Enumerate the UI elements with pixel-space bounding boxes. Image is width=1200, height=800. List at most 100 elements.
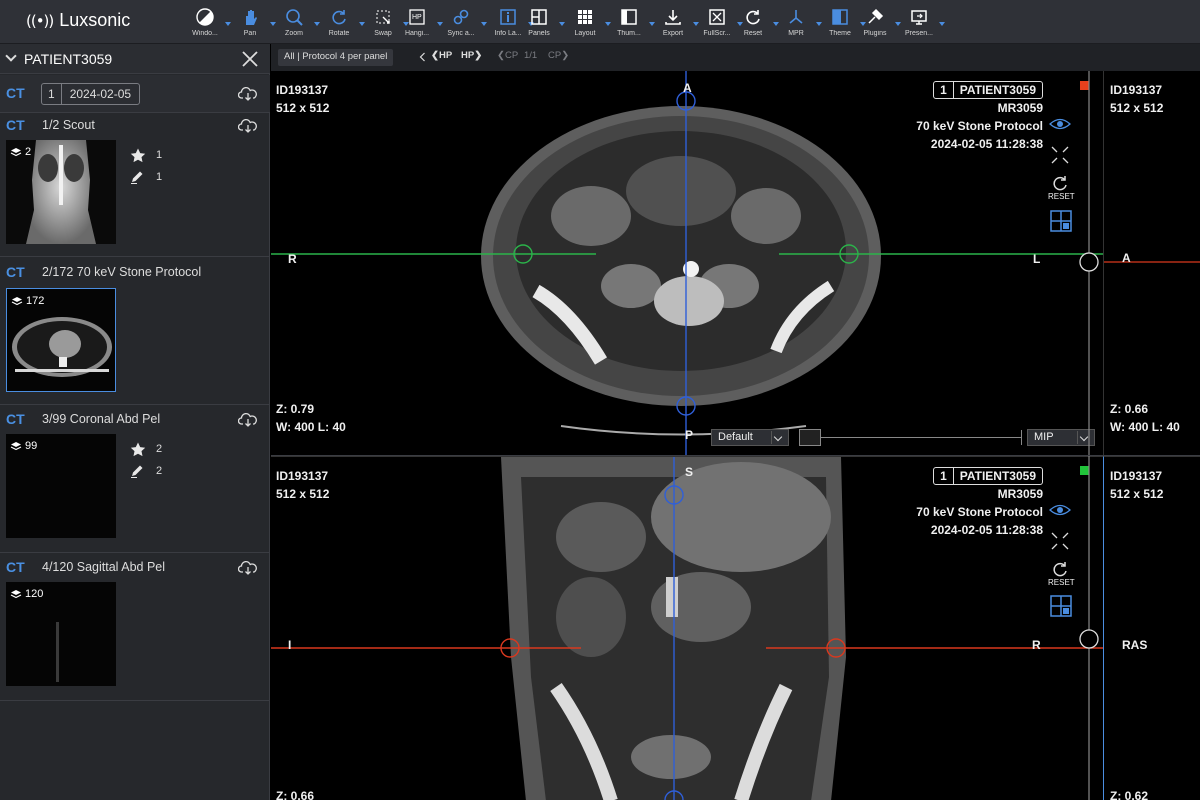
layout-toggle-icon[interactable] [1050, 595, 1072, 617]
collapse-arrows-icon[interactable] [1050, 145, 1070, 165]
layout-toggle-icon[interactable] [1050, 210, 1072, 232]
viewport-splitter[interactable] [1078, 71, 1100, 800]
slab-slider-handle[interactable] [799, 429, 821, 446]
series-modality: CT [6, 411, 25, 427]
mr-number: MR3059 [997, 101, 1043, 115]
protocol-selector[interactable]: All | Protocol 4 per panel [278, 49, 394, 66]
series-title: 3/99 Coronal Abd Pel [42, 412, 161, 426]
image-count: 172 [11, 295, 44, 307]
patient-header[interactable]: PATIENT3059 [0, 44, 270, 74]
series-thumbnail[interactable]: 120 [6, 582, 116, 686]
protocol-name: 70 keV Stone Protocol [916, 119, 1043, 133]
toolbar-button-rotate[interactable]: Rotate [317, 8, 365, 42]
theme-icon [832, 9, 848, 25]
toolbar-button-hanging-protocol[interactable]: HP Hangi... [395, 8, 443, 42]
toolbar-button-plugins[interactable]: Plugins [853, 8, 901, 42]
viewport-sagittal[interactable]: ID193137 512 x 512 A Z: 0.66 W: 400 L: 4… [1103, 71, 1200, 455]
coronal-id: ID193137 [276, 469, 329, 483]
zoom-value: Z: 0.79 [276, 402, 315, 416]
pencil-icon [131, 171, 143, 184]
caret-down-icon[interactable] [939, 22, 945, 26]
download-icon[interactable] [238, 412, 258, 428]
info-layer-icon [500, 9, 516, 25]
orientation-left: R [288, 252, 297, 266]
viewport-axial[interactable]: ID193137 512 x 512 A P R L Z: 0.79 W: 40… [271, 71, 1103, 455]
layout-grid-icon [578, 10, 592, 24]
study-sidebar: PATIENT3059 CT 1 2024-02-05 CT 1/2 Scout… [0, 44, 270, 800]
series-modality: CT [6, 264, 25, 280]
orientation-right: L [1033, 252, 1041, 266]
study-row[interactable]: CT 1 2024-02-05 [0, 75, 270, 113]
stack-icon [10, 441, 22, 450]
download-icon[interactable] [238, 560, 258, 576]
swap-icon [376, 10, 390, 24]
chevron-down-icon [771, 431, 785, 444]
coronal-size: 512 x 512 [276, 487, 330, 501]
presentation-icon [911, 10, 927, 25]
sync-icon [453, 9, 469, 25]
series-modality: CT [6, 117, 25, 133]
orientation-top: S [685, 465, 694, 479]
viewport-coronal[interactable]: ID193137 512 x 512 S I R Z: 0.66 1 PATIEN… [271, 456, 1103, 800]
toolbar-label: Hangi... [404, 30, 430, 37]
cp-page: 1/1 [524, 50, 538, 61]
mr-number: MR3059 [997, 487, 1043, 501]
collapse-arrows-icon[interactable] [1050, 531, 1070, 551]
toolbar-button-panels[interactable]: Panels [517, 8, 565, 42]
fullscreen-icon [709, 9, 725, 25]
toolbar-button-zoom[interactable]: Zoom [272, 8, 320, 42]
cp-next-button[interactable]: CP❯ [548, 50, 569, 61]
toolbar-button-presentation[interactable]: Presen... [897, 8, 945, 42]
hp-next-button[interactable]: HP❯ [461, 50, 482, 61]
protocol-caret-icon[interactable] [419, 52, 426, 62]
toolbar-button-layout-grid[interactable]: Layout [563, 8, 611, 42]
reset-label[interactable]: RESET [1048, 574, 1075, 592]
export-icon [665, 10, 681, 25]
toolbar-label: Reset [743, 30, 763, 37]
toolbar-button-mpr[interactable]: MPR [774, 8, 822, 42]
toolbar-label: Rotate [328, 30, 350, 37]
series-thumbnail[interactable]: 2 [6, 140, 116, 244]
toolbar-button-reset[interactable]: Reset [731, 8, 779, 42]
divider [0, 404, 270, 405]
series-item-coronal[interactable]: CT 3/99 Coronal Abd Pel 99 2 2 [0, 408, 270, 552]
toolbar-button-thumbnails[interactable]: Thum... [607, 8, 655, 42]
eye-icon[interactable] [1049, 115, 1071, 133]
eye-icon[interactable] [1049, 501, 1071, 519]
slab-slider-track[interactable] [821, 437, 1021, 438]
horizontal-divider [271, 455, 1200, 456]
series-item-scout[interactable]: CT 1/2 Scout 2 1 1 [0, 114, 270, 258]
collapse-chevron-icon[interactable] [5, 50, 17, 62]
star-icon [130, 148, 146, 162]
hp-prev-button[interactable]: ❮HP [431, 50, 452, 61]
toolbar-button-window-level[interactable]: Windo... [183, 8, 231, 42]
toolbar-label: MPR [788, 30, 804, 37]
stack-icon [10, 147, 22, 156]
divider [0, 700, 270, 701]
toolbar-label: Windo... [192, 30, 218, 37]
download-icon[interactable] [238, 118, 258, 134]
study-number: 1 [48, 87, 55, 101]
acquisition-datetime: 2024-02-05 11:28:38 [930, 137, 1043, 151]
close-icon[interactable] [240, 49, 260, 69]
toolbar-label: Export [662, 30, 684, 37]
cp-prev-button[interactable]: ❮CP [497, 50, 518, 61]
series-thumbnail[interactable]: 99 [6, 434, 116, 538]
series-item-stone-protocol[interactable]: CT 2/172 70 keV Stone Protocol 172 [0, 261, 270, 405]
series-thumbnail-selected[interactable]: 172 [6, 288, 116, 392]
series-title: 4/120 Sagittal Abd Pel [42, 560, 166, 574]
download-icon[interactable] [238, 86, 258, 102]
toolbar-button-pan-hand[interactable]: Pan [228, 8, 276, 42]
stack-icon [10, 589, 22, 598]
reset-label[interactable]: RESET [1048, 188, 1075, 206]
series-item-sagittal[interactable]: CT 4/120 Sagittal Abd Pel 120 [0, 556, 270, 700]
zoom-icon [286, 9, 303, 26]
toolbar-button-sync[interactable]: Sync a... [439, 8, 487, 42]
toolbar-label: Presen... [904, 30, 933, 37]
sagittal-window-level: W: 400 L: 40 [1110, 420, 1180, 434]
toolbar-button-export[interactable]: Export [651, 8, 699, 42]
divider [0, 256, 270, 257]
study-selector[interactable]: 1 2024-02-05 [41, 83, 141, 105]
viewport-volume[interactable]: ID193137 512 x 512 RAS Z: 0.62 [1103, 456, 1200, 800]
preset-dropdown[interactable]: Default [711, 429, 789, 446]
